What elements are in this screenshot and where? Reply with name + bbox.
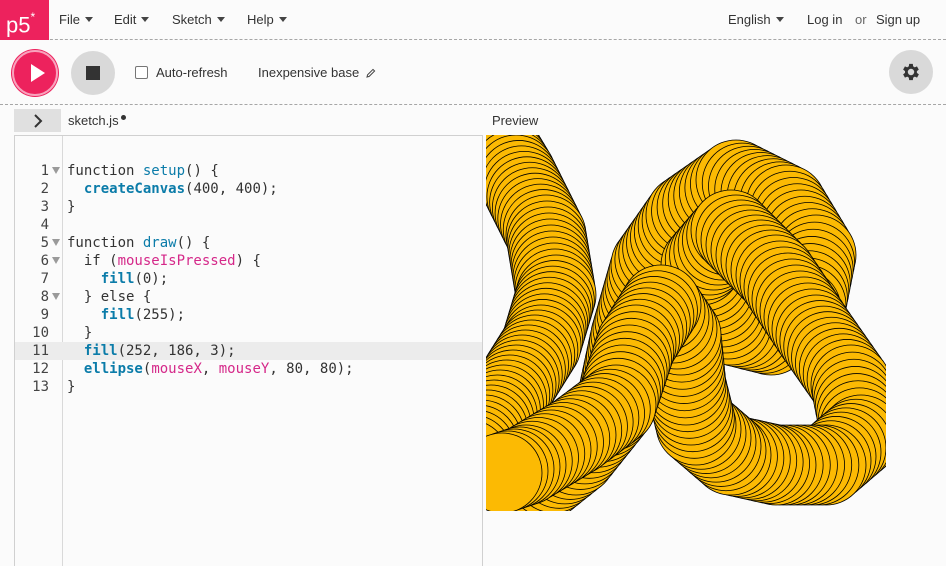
- chevron-right-icon: [33, 113, 42, 128]
- line-number: 8: [40, 289, 49, 305]
- line-number: 3: [40, 199, 49, 215]
- chevron-down-icon: [775, 17, 784, 22]
- gear-icon: [903, 63, 919, 81]
- pencil-icon[interactable]: [366, 68, 376, 78]
- code-text: function draw() {: [67, 235, 211, 251]
- code-text: fill(0);: [100, 271, 169, 287]
- code-line[interactable]: 6 if (mouseIsPressed) {: [15, 252, 482, 270]
- line-number: 7: [40, 271, 49, 287]
- code-line[interactable]: 4: [15, 216, 482, 234]
- logo-text: p5: [6, 12, 31, 38]
- chevron-down-icon: [141, 17, 150, 22]
- auto-refresh-checkbox[interactable]: [135, 66, 148, 79]
- or-text: or: [855, 12, 867, 27]
- sidebar-toggle-button[interactable]: [14, 109, 61, 132]
- toolbar: Auto-refresh Inexpensive base: [0, 41, 946, 105]
- code-line[interactable]: 1 function setup() {: [15, 162, 482, 180]
- line-number: 1: [40, 163, 49, 179]
- code-line[interactable]: 3}: [15, 198, 482, 216]
- code-text: createCanvas(400, 400);: [83, 181, 278, 197]
- code-line[interactable]: 13}: [15, 378, 482, 396]
- menu-sketch[interactable]: Sketch: [172, 0, 225, 40]
- file-tab-sketch[interactable]: sketch.js: [68, 113, 126, 128]
- menu-help[interactable]: Help: [247, 0, 287, 40]
- stop-button[interactable]: [71, 51, 115, 95]
- line-number: 9: [40, 307, 49, 323]
- code-text: }: [67, 379, 76, 395]
- code-line[interactable]: 5 function draw() {: [15, 234, 482, 252]
- line-number: 5: [40, 235, 49, 251]
- unsaved-dot-icon: [120, 115, 126, 120]
- preview-canvas[interactable]: [486, 135, 886, 511]
- code-text: }: [67, 325, 93, 341]
- settings-button[interactable]: [889, 50, 933, 94]
- preview-label: Preview: [492, 113, 539, 128]
- menu-file[interactable]: File: [59, 0, 93, 40]
- code-text: }: [67, 199, 76, 215]
- code-text: fill(252, 186, 3);: [83, 343, 236, 359]
- code-text: if (mouseIsPressed) {: [83, 253, 261, 269]
- line-number: 11: [32, 343, 49, 359]
- code-line[interactable]: 7 fill(0);: [15, 270, 482, 288]
- code-editor[interactable]: 1 function setup() {2 createCanvas(400, 4…: [14, 135, 483, 566]
- code-text: ellipse(mouseX, mouseY, 80, 80);: [83, 361, 354, 377]
- code-line[interactable]: 9 fill(255);: [15, 306, 482, 324]
- logo-asterisk: *: [30, 10, 36, 24]
- code-line[interactable]: 10 }: [15, 324, 482, 342]
- p5-logo[interactable]: p5*: [0, 0, 49, 40]
- code-line[interactable]: 12 ellipse(mouseX, mouseY, 80, 80);: [15, 360, 482, 378]
- fold-arrow-icon[interactable]: [52, 257, 60, 264]
- code-text: } else {: [67, 289, 152, 305]
- chevron-down-icon: [216, 17, 225, 22]
- signup-link[interactable]: Sign up: [876, 0, 920, 40]
- code-line[interactable]: 8 } else {: [15, 288, 482, 306]
- file-tab-label: sketch.js: [68, 113, 119, 128]
- code-line[interactable]: 11 fill(252, 186, 3);: [15, 342, 482, 360]
- code-text: fill(255);: [100, 307, 186, 323]
- fold-arrow-icon[interactable]: [52, 239, 60, 246]
- preview-drawing: [486, 135, 886, 511]
- fold-arrow-icon[interactable]: [52, 293, 60, 300]
- sketch-name[interactable]: Inexpensive base: [258, 65, 359, 80]
- top-nav: p5* File Edit Sketch Help English Log in…: [0, 0, 946, 40]
- language-label: English: [728, 12, 771, 27]
- menu-sketch-label: Sketch: [172, 12, 212, 27]
- line-number: 10: [32, 325, 49, 341]
- line-number: 2: [40, 181, 49, 197]
- auto-refresh-label: Auto-refresh: [156, 65, 228, 80]
- menu-help-label: Help: [247, 12, 274, 27]
- fold-arrow-icon[interactable]: [52, 167, 60, 174]
- login-link[interactable]: Log in: [807, 0, 842, 40]
- chevron-down-icon: [84, 17, 93, 22]
- menu-edit-label: Edit: [114, 12, 137, 27]
- language-dropdown[interactable]: English: [728, 0, 784, 40]
- line-number: 6: [40, 253, 49, 269]
- menu-file-label: File: [59, 12, 80, 27]
- line-number: 12: [32, 361, 49, 377]
- code-text: function setup() {: [67, 163, 219, 179]
- chevron-down-icon: [278, 17, 287, 22]
- play-button[interactable]: [12, 50, 58, 96]
- menu-edit[interactable]: Edit: [114, 0, 150, 40]
- code-line[interactable]: 2 createCanvas(400, 400);: [15, 180, 482, 198]
- line-number: 13: [32, 379, 49, 395]
- line-number: 4: [40, 217, 49, 233]
